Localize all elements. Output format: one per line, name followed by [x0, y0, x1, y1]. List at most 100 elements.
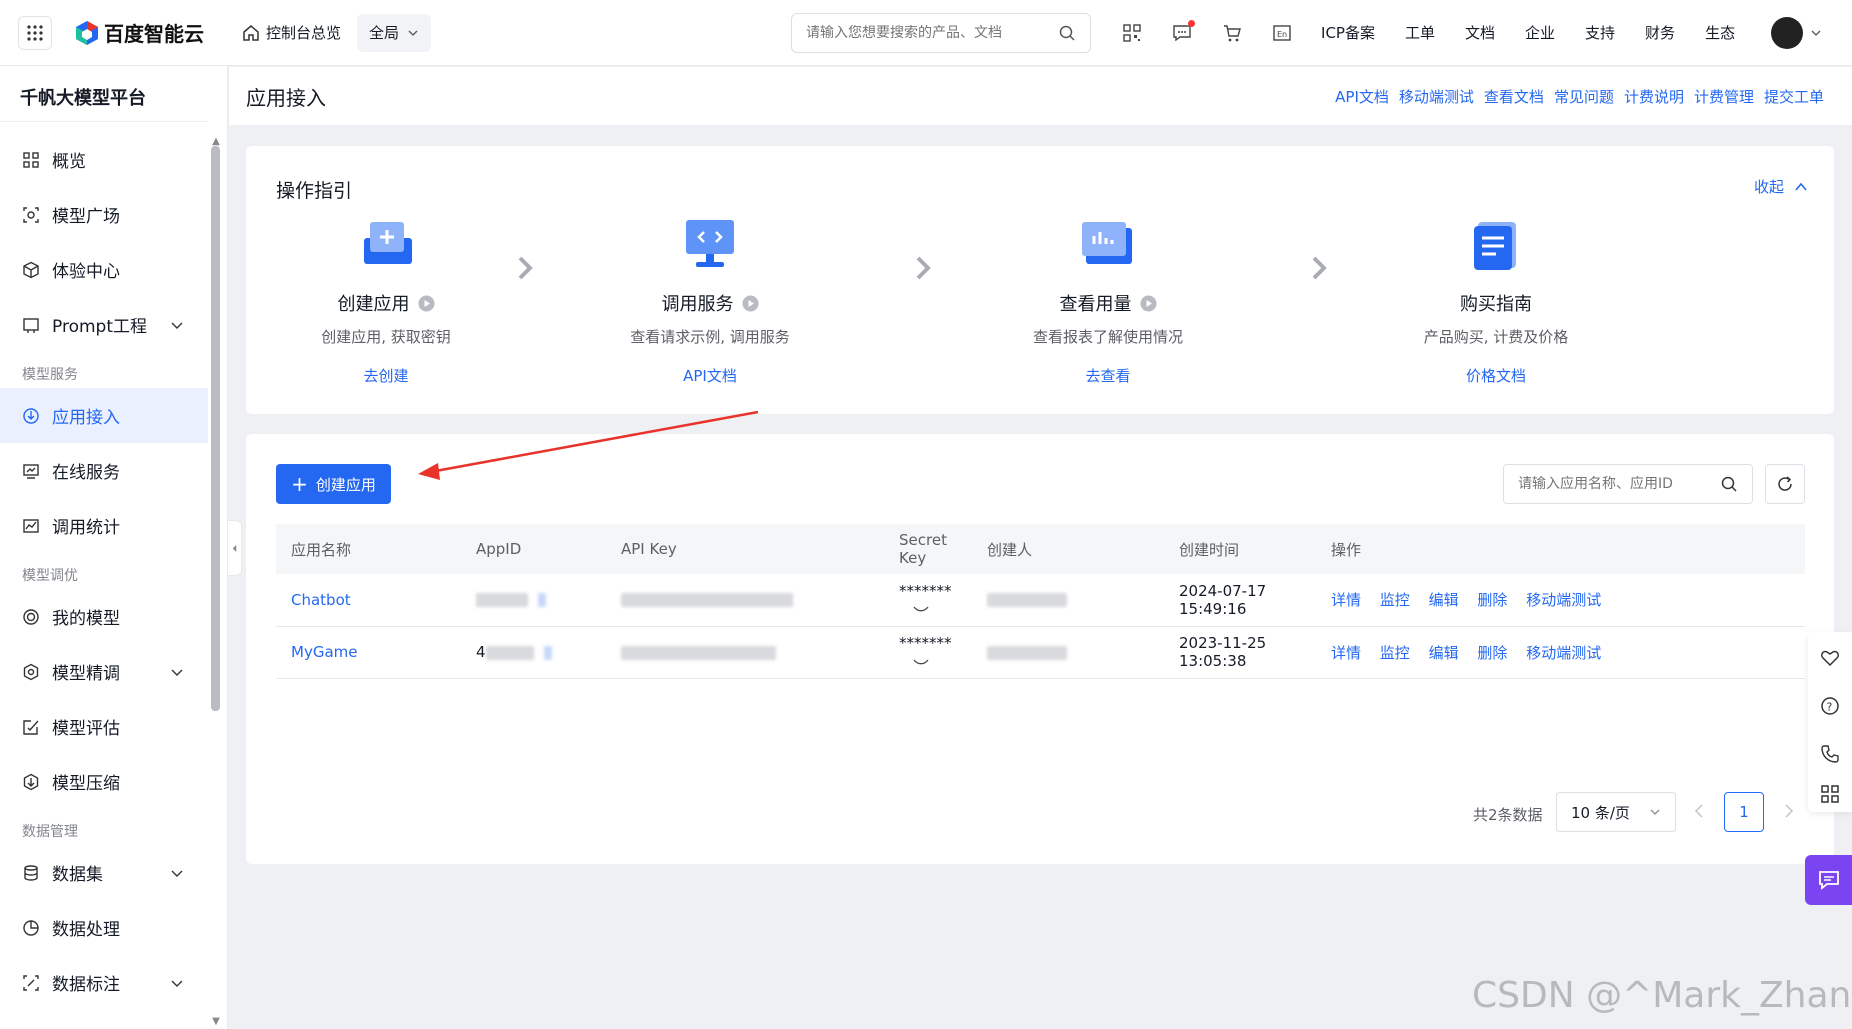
sidebar-item-overview[interactable]: 概览 [0, 132, 208, 187]
guide-title: 操作指引 [276, 180, 353, 202]
brand-logo[interactable]: 百度智能云 [74, 18, 204, 47]
refresh-button[interactable] [1765, 464, 1805, 504]
top-link-ticket[interactable]: 工单 [1405, 22, 1435, 43]
sidebar-item-data-annotation[interactable]: 数据标注 [0, 955, 208, 1010]
copy-appid-icon[interactable] [543, 645, 552, 660]
search-icon[interactable] [1720, 475, 1738, 493]
step-link-create[interactable]: 去创建 [363, 365, 408, 386]
sidebar-item-app-access[interactable]: 应用接入 [0, 388, 208, 443]
op-detail-link[interactable]: 详情 [1331, 591, 1361, 609]
page-number-button[interactable]: 1 [1724, 792, 1764, 832]
op-mobile-test-link[interactable]: 移动端测试 [1526, 591, 1601, 609]
sidebar-item-experience-center[interactable]: 体验中心 [0, 242, 208, 297]
step-description: 查看报表了解使用情况 [1032, 328, 1183, 346]
sidebar-item-model-compress[interactable]: 模型压缩 [0, 754, 208, 809]
top-link-docs[interactable]: 文档 [1465, 22, 1495, 43]
qrcode-icon[interactable] [1121, 22, 1143, 44]
scroll-down-arrow-icon[interactable]: ▼ [210, 1016, 222, 1027]
step-link-api-docs[interactable]: API文档 [683, 365, 737, 386]
step-link-view[interactable]: 去查看 [1085, 365, 1130, 386]
watermark: CSDN @^Mark_Zhang^ [1472, 975, 1852, 1016]
op-delete-link[interactable]: 删除 [1477, 591, 1507, 609]
app-name-link[interactable]: MyGame [291, 643, 357, 661]
top-link-ecosystem[interactable]: 生态 [1705, 22, 1735, 43]
header-link-mobile-test[interactable]: 移动端测试 [1399, 86, 1474, 107]
sidebar-scrollbar[interactable] [211, 146, 220, 711]
header-link-billing-info[interactable]: 计费说明 [1624, 86, 1684, 107]
app-search-input[interactable] [1518, 476, 1720, 492]
header-link-billing-manage[interactable]: 计费管理 [1694, 86, 1754, 107]
create-app-button[interactable]: + 创建应用 [276, 464, 391, 504]
top-link-icp[interactable]: ICP备案 [1321, 22, 1375, 43]
previous-page-icon[interactable] [1692, 802, 1706, 820]
chat-support-button[interactable] [1805, 855, 1852, 905]
top-link-enterprise[interactable]: 企业 [1525, 22, 1555, 43]
top-link-finance[interactable]: 财务 [1645, 22, 1675, 43]
chevron-up-icon [1795, 182, 1807, 191]
header-link-api-docs[interactable]: API文档 [1335, 86, 1389, 107]
column-header-operations: 操作 [1316, 524, 1805, 574]
op-edit-link[interactable]: 编辑 [1429, 591, 1459, 609]
global-search-input[interactable] [806, 24, 1059, 41]
chat-icon [1818, 871, 1839, 890]
header-link-submit-ticket[interactable]: 提交工单 [1764, 86, 1824, 107]
copy-appid-icon[interactable] [538, 593, 546, 608]
header-link-faq[interactable]: 常见问题 [1554, 86, 1614, 107]
step-link-price-docs[interactable]: 价格文档 [1466, 365, 1526, 386]
avatar[interactable] [1771, 16, 1804, 49]
sidebar-collapse-handle[interactable] [228, 520, 242, 576]
phone-icon[interactable] [1820, 744, 1840, 764]
column-header-creator: 创建人 [972, 524, 1164, 574]
sidebar-item-prompt[interactable]: Prompt工程 [0, 297, 208, 352]
play-video-icon[interactable] [418, 295, 435, 312]
op-monitor-link[interactable]: 监控 [1380, 644, 1410, 662]
app-launcher-button[interactable] [18, 15, 52, 50]
sidebar-item-fine-tune[interactable]: 模型精调 [0, 644, 208, 699]
console-home-link[interactable]: 控制台总览 [242, 22, 341, 43]
top-link-support[interactable]: 支持 [1585, 22, 1615, 43]
call-service-icon [686, 220, 734, 267]
chevron-down-icon[interactable] [1811, 28, 1821, 38]
compress-icon [23, 773, 39, 790]
heart-icon[interactable] [1820, 648, 1840, 668]
api-key-cell [606, 574, 884, 627]
sidebar-item-call-stats[interactable]: 调用统计 [0, 498, 208, 553]
op-edit-link[interactable]: 编辑 [1429, 644, 1459, 662]
collapse-label: 收起 [1753, 178, 1784, 196]
target-icon [23, 608, 39, 625]
sidebar-item-model-square[interactable]: 模型广场 [0, 187, 208, 242]
app-name-link[interactable]: Chatbot [291, 591, 351, 609]
eye-closed-icon[interactable] [913, 603, 929, 615]
global-search-box[interactable] [791, 12, 1092, 53]
play-video-icon[interactable] [1140, 295, 1157, 312]
page-size-select[interactable]: 10 条/页 [1556, 792, 1676, 832]
language-icon[interactable]: En [1271, 22, 1293, 44]
sidebar-item-dataset[interactable]: 数据集 [0, 845, 208, 900]
message-icon[interactable] [1171, 19, 1196, 44]
step-title-row: 购买指南 [1366, 290, 1626, 316]
op-mobile-test-link[interactable]: 移动端测试 [1526, 644, 1601, 662]
search-icon[interactable] [1058, 24, 1076, 42]
op-detail-link[interactable]: 详情 [1331, 644, 1361, 662]
op-delete-link[interactable]: 删除 [1477, 644, 1507, 662]
help-icon[interactable]: ? [1820, 696, 1840, 716]
region-selector[interactable]: 全局 [357, 13, 432, 52]
sidebar-item-label: 调用统计 [52, 518, 120, 538]
apps-grid-icon[interactable] [1820, 784, 1840, 804]
op-monitor-link[interactable]: 监控 [1380, 591, 1410, 609]
eye-closed-icon[interactable] [913, 656, 929, 668]
app-search-box[interactable] [1503, 464, 1753, 504]
top-icon-group: En [1121, 19, 1321, 44]
page-title: 应用接入 [246, 85, 326, 110]
next-page-icon[interactable] [1782, 802, 1796, 820]
sidebar-item-data-processing[interactable]: 数据处理 [0, 900, 208, 955]
scroll-up-arrow-icon[interactable]: ▲ [210, 136, 222, 147]
sidebar-item-model-eval[interactable]: 模型评估 [0, 699, 208, 754]
play-video-icon[interactable] [742, 295, 759, 312]
guide-step-purchase: 购买指南 产品购买, 计费及价格 价格文档 [1366, 214, 1626, 386]
cart-icon[interactable] [1221, 22, 1243, 44]
sidebar-item-my-models[interactable]: 我的模型 [0, 589, 208, 644]
collapse-guide-link[interactable]: 收起 [1754, 176, 1808, 197]
header-link-view-docs[interactable]: 查看文档 [1484, 86, 1544, 107]
sidebar-item-online-service[interactable]: 在线服务 [0, 443, 208, 498]
